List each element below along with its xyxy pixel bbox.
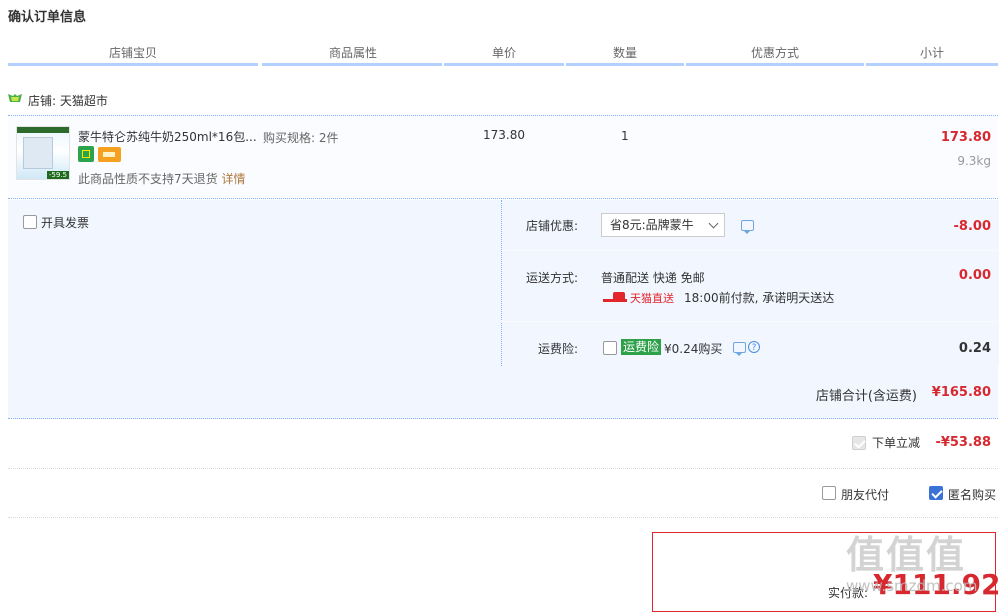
help-icon[interactable]: ? xyxy=(748,341,760,353)
column-header-discount: 优惠方式 xyxy=(750,46,799,60)
friend-pay-checkbox[interactable] xyxy=(822,486,836,500)
shop-total-label: 店铺合计(含运费) xyxy=(815,389,917,404)
message-icon[interactable] xyxy=(741,220,754,234)
quantity: 1 xyxy=(621,129,629,143)
page-title: 确认订单信息 xyxy=(8,10,87,25)
invoice-label: 开具发票 xyxy=(41,216,90,230)
anonymous-purchase-checkbox[interactable] xyxy=(929,486,943,500)
shop-row xyxy=(8,89,998,116)
shop-name[interactable]: 店铺: 天猫超市 xyxy=(28,92,108,109)
header-underline xyxy=(8,63,258,66)
shop-icon xyxy=(8,94,22,102)
instant-discount-checkbox[interactable] xyxy=(852,436,866,450)
instant-discount-amount: -¥53.88 xyxy=(935,435,991,450)
shipping-amount: 0.00 xyxy=(958,268,991,283)
shop-discount-label: 店铺优惠: xyxy=(526,219,579,233)
shop-discount-value: 省8元:品牌蒙牛 xyxy=(610,218,694,232)
message-icon[interactable] xyxy=(733,342,746,356)
instant-discount-label: 下单立减 xyxy=(872,436,921,450)
header-underline xyxy=(686,63,864,66)
divider xyxy=(8,468,998,470)
insurance-price: ¥0.24购买 xyxy=(664,342,723,356)
unit-price: 173.80 xyxy=(483,128,525,142)
product-thumbnail[interactable]: -59.5 xyxy=(16,126,70,180)
watermark-logo: 值值值 xyxy=(846,533,967,577)
product-spec: 购买规格: 2件 xyxy=(263,131,339,145)
divider xyxy=(8,517,998,519)
column-header-quantity: 数量 xyxy=(612,46,637,60)
return-policy-note: 此商品性质不支持7天退货 详情 xyxy=(78,170,245,187)
header-underline xyxy=(444,63,564,66)
shop-total-amount: ¥165.80 xyxy=(931,385,991,400)
insurance-checkbox[interactable] xyxy=(603,341,617,355)
friend-pay-label: 朋友代付 xyxy=(841,488,890,502)
insurance-label: 运费险: xyxy=(538,342,579,356)
card-payment-badge-icon xyxy=(98,147,121,162)
delivery-promise: 18:00前付款, 承诺明天送达 xyxy=(684,291,835,305)
shipping-label: 运送方式: xyxy=(526,271,579,285)
item-subtotal: 173.80 xyxy=(940,130,991,145)
thumbnail-price-tag: -59.5 xyxy=(46,171,69,179)
insurance-tag: 运费险 xyxy=(621,339,662,355)
guarantee-badge-icon xyxy=(78,146,94,162)
shop-discount-amount: -8.00 xyxy=(953,219,991,234)
tmall-logo-icon xyxy=(603,292,627,303)
watermark-url: www.smzdm.com xyxy=(846,577,978,595)
divider xyxy=(501,250,998,252)
invoice-checkbox[interactable] xyxy=(23,215,37,229)
header-underline xyxy=(262,63,442,66)
column-header-subtotal: 小计 xyxy=(919,46,944,60)
tmall-direct-label: 天猫直送 xyxy=(630,292,674,305)
header-underline xyxy=(566,63,684,66)
column-header-attributes: 商品属性 xyxy=(328,46,377,60)
chevron-down-icon xyxy=(708,218,719,229)
anonymous-purchase-label: 匿名购买 xyxy=(948,488,997,502)
shipping-method: 普通配送 快递 免邮 xyxy=(601,271,705,285)
product-title-link[interactable]: 蒙牛特仑苏纯牛奶250ml*16包... xyxy=(78,128,257,145)
insurance-amount: 0.24 xyxy=(958,341,991,356)
divider xyxy=(501,321,998,323)
details-link[interactable]: 详情 xyxy=(221,172,245,186)
header-underline xyxy=(866,63,998,66)
item-weight: 9.3kg xyxy=(957,154,991,168)
shop-discount-select[interactable]: 省8元:品牌蒙牛 xyxy=(601,213,725,237)
column-header-shop: 店铺宝贝 xyxy=(108,46,157,60)
return-policy-text: 此商品性质不支持7天退货 xyxy=(78,172,218,186)
column-header-unit-price: 单价 xyxy=(491,46,516,60)
